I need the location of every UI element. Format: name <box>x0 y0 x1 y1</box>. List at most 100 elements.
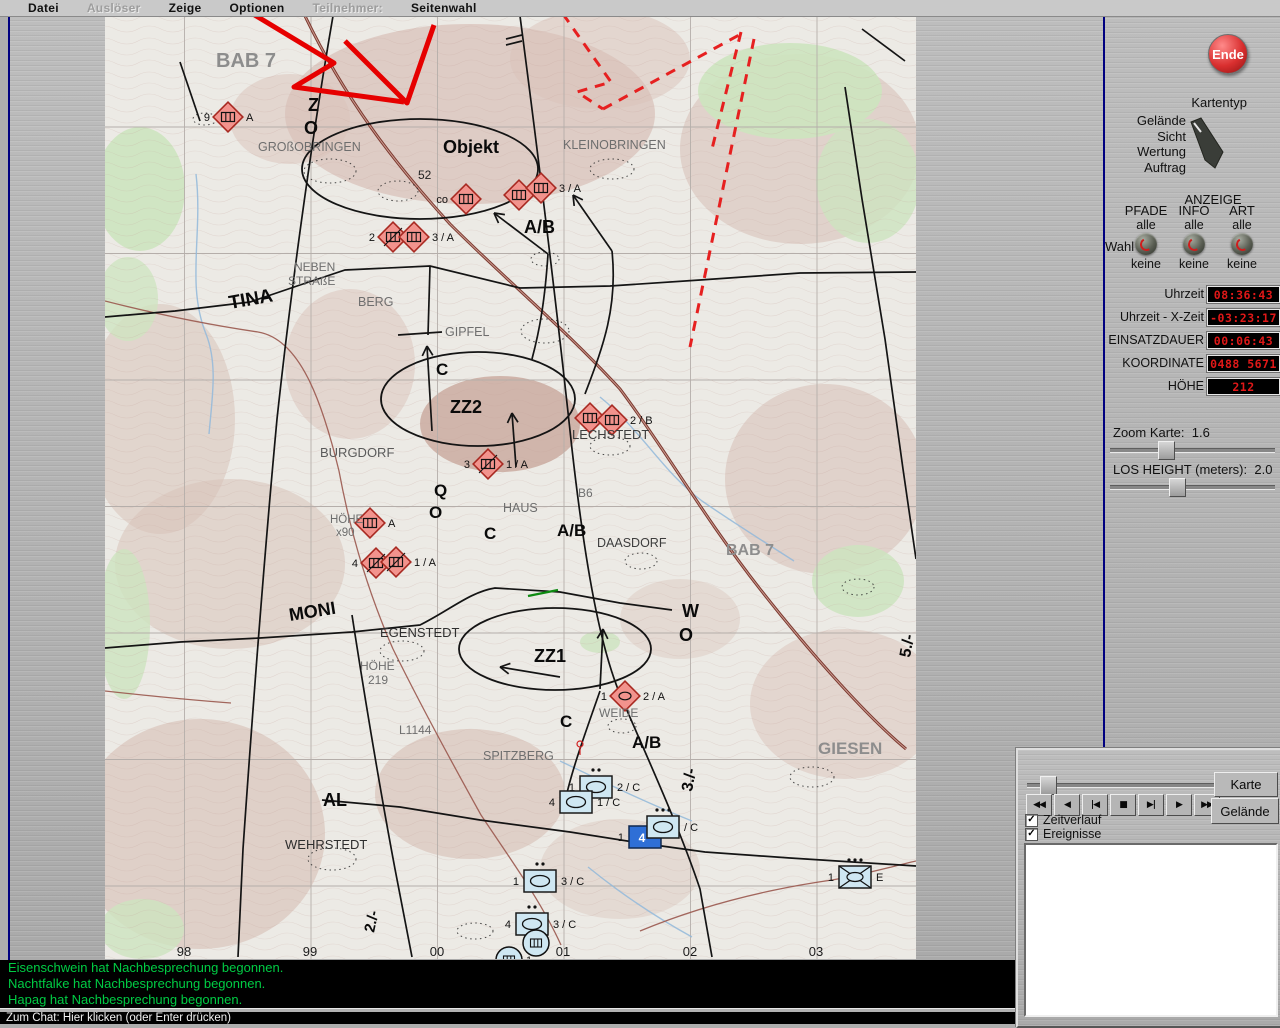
anzeige-knob-info[interactable] <box>1183 233 1205 255</box>
menu-item-teilnehmer: Teilnehmer: <box>312 1 383 15</box>
status-text: Zum Chat: Hier klicken (oder Enter drück… <box>6 1012 231 1024</box>
pen-pointer-icon <box>1190 117 1224 169</box>
anzeige-alle-label: alle <box>1232 218 1252 232</box>
timeline-slider-thumb[interactable] <box>1040 776 1057 795</box>
map-label-l1144: L1144 <box>399 723 432 737</box>
map-label-gipfel: GIPFEL <box>445 325 490 339</box>
friendly-unit[interactable] <box>522 929 550 957</box>
zeitverlauf-checkbox[interactable]: ✓ <box>1025 813 1038 827</box>
unit-label-left: co <box>436 194 448 206</box>
tactical-map[interactable]: 9 A 2 3 / A co 3 / A 2 / B 3 1 / A A 4 1 / A 1 2 / A 1… <box>105 16 916 959</box>
skip-end-button[interactable]: ▶| <box>1138 794 1164 816</box>
map-label-a-b: A/B <box>524 217 555 237</box>
map-label-egenstedt: EGENSTEDT <box>380 625 460 640</box>
los-slider-label: LOS HEIGHT (meters): 2.0 <box>1113 462 1273 477</box>
anzeige-keine-label: keine <box>1179 257 1209 271</box>
anzeige-column-name: ART <box>1229 203 1255 218</box>
event-list[interactable] <box>1024 843 1278 1017</box>
anzeige-keine-label: keine <box>1131 257 1161 271</box>
unit-label-right: 2 / A <box>643 691 666 703</box>
map-label-giesen: GIESEN <box>818 739 882 758</box>
ereignisse-checkbox[interactable]: ✓ <box>1025 827 1038 841</box>
menu-item-seitenwahl[interactable]: Seitenwahl <box>397 1 491 15</box>
map-label-o: O <box>304 118 318 138</box>
anzeige-column-name: PFADE <box>1124 203 1168 218</box>
gelaende-button[interactable]: Gelände <box>1211 798 1279 824</box>
status-bar[interactable]: Zum Chat: Hier klicken (oder Enter drück… <box>0 1012 1016 1024</box>
chat-log[interactable]: Eisenschwein hat Nachbesprechung begonne… <box>0 960 1016 1008</box>
unit-label-right: 3 / C <box>561 876 584 888</box>
checkbox-label: Zeitverlauf <box>1043 813 1102 827</box>
map-label-52: 52 <box>418 168 432 182</box>
map-label-wehrstedt: WEHRSTEDT <box>285 837 367 852</box>
readout-label: Uhrzeit <box>1164 287 1204 301</box>
unit-label-right: E <box>876 872 883 884</box>
stop-button[interactable]: ■ <box>1110 794 1136 816</box>
menu-item-optionen[interactable]: Optionen <box>215 1 298 15</box>
unit-label-right: 1 / A <box>506 459 529 471</box>
chat-message: Eisenschwein hat Nachbesprechung begonne… <box>8 960 284 975</box>
map-label-daasdorf: DAASDORF <box>597 536 667 550</box>
checkbox-label: Ereignisse <box>1043 827 1102 841</box>
unit-label-left: 4 <box>549 797 555 809</box>
ende-button[interactable]: Ende <box>1208 34 1248 74</box>
unit-label-right: 1 <box>526 955 532 959</box>
unit-label-left: 9 <box>204 112 210 124</box>
unit-label-left: 4 <box>505 919 511 931</box>
map-window: 9 A 2 3 / A co 3 / A 2 / B 3 1 / A A 4 1 / A 1 2 / A 1… <box>8 14 1105 964</box>
kartentyp-option-auftrag[interactable]: Auftrag <box>1105 160 1186 176</box>
anzeige-alle-label: alle <box>1184 218 1204 232</box>
unit-label-left: 1 <box>828 872 834 884</box>
chat-message: Nachtfalke hat Nachbesprechung begonnen. <box>8 976 266 991</box>
play-button[interactable]: ▶ <box>1166 794 1192 816</box>
anzeige-knob-art[interactable] <box>1231 233 1253 255</box>
chat-message: Hapag hat Nachbesprechung begonnen. <box>8 992 243 1007</box>
zoom-slider-label: Zoom Karte: 1.6 <box>1113 425 1210 440</box>
map-label-objekt: Objekt <box>443 137 499 157</box>
map-label-a-b: A/B <box>557 521 586 540</box>
unit-label-right: 2 / C <box>617 782 640 794</box>
kartentyp-option-wertung[interactable]: Wertung <box>1105 144 1186 160</box>
h-he-display: 212 <box>1207 378 1280 395</box>
readout-label: HÖHE <box>1167 379 1204 393</box>
karte-button[interactable]: Karte <box>1214 772 1278 797</box>
menu-item-zeige[interactable]: Zeige <box>155 1 216 15</box>
menu-item-ausl-ser: Auslöser <box>86 1 141 15</box>
readout-label: EINSATZDAUER <box>1108 333 1204 347</box>
readout-koordinate: KOORDINATE 0488 5671 <box>1105 355 1280 372</box>
map-label-haus: HAUS <box>503 501 538 515</box>
unit-label-right: 1 / A <box>414 557 437 569</box>
readout-uhrzeit-x-zeit: Uhrzeit - X-Zeit -03:23:17 <box>1105 309 1280 326</box>
kartentyp-options: Gelände Sicht Wertung Auftrag <box>1105 113 1186 175</box>
map-label-kleinobringen: KLEINOBRINGEN <box>563 138 666 152</box>
zoom-slider-track[interactable] <box>1110 448 1275 453</box>
readout-label: KOORDINATE <box>1122 356 1204 370</box>
terrain-layer <box>105 16 916 959</box>
anzeige-knob-pfade[interactable] <box>1135 233 1157 255</box>
unit-label-right: 3 / A <box>432 232 455 244</box>
unit-label-right: 1 / C <box>597 797 620 809</box>
readout-h-he: HÖHE 212 <box>1105 378 1280 395</box>
unit-label-right: A <box>246 112 254 124</box>
anzeige-column-art: ART alle keine <box>1216 203 1268 271</box>
kartentyp-option-sicht[interactable]: Sicht <box>1105 129 1186 145</box>
map-label-lechstedt: LECHSTEDT <box>572 427 649 442</box>
checkbox-row-zeitverlauf: ✓ Zeitverlauf <box>1025 813 1101 827</box>
kartentyp-option-gel-nde[interactable]: Gelände <box>1105 113 1186 129</box>
grid-col-label: 01 <box>556 944 570 959</box>
grid-col-label: 99 <box>303 944 317 959</box>
playback-panel: ◀◀ ◀ |◀ ■ ▶| ▶ ▶▶ Karte Gelände ✓ Zeitverlauf ✓ E… <box>1016 748 1280 1028</box>
los-slider-thumb[interactable] <box>1169 478 1186 497</box>
map-label-bab-7: BAB 7 <box>726 542 774 559</box>
uhrzeit-display: 08:36:43 <box>1207 286 1280 303</box>
map-label-c: C <box>560 712 572 731</box>
grid-col-label: 98 <box>177 944 191 959</box>
map-label-q: Q <box>434 481 447 500</box>
unit-label-left: 4 <box>352 558 358 570</box>
los-slider-track[interactable] <box>1110 485 1275 490</box>
zoom-slider-thumb[interactable] <box>1158 441 1175 460</box>
map-label-berg: BERG <box>358 295 393 309</box>
map-label-h-he: HÖHE <box>330 514 364 526</box>
menu-item-datei[interactable]: Datei <box>14 1 73 15</box>
map-label-zz2: ZZ2 <box>450 397 482 417</box>
